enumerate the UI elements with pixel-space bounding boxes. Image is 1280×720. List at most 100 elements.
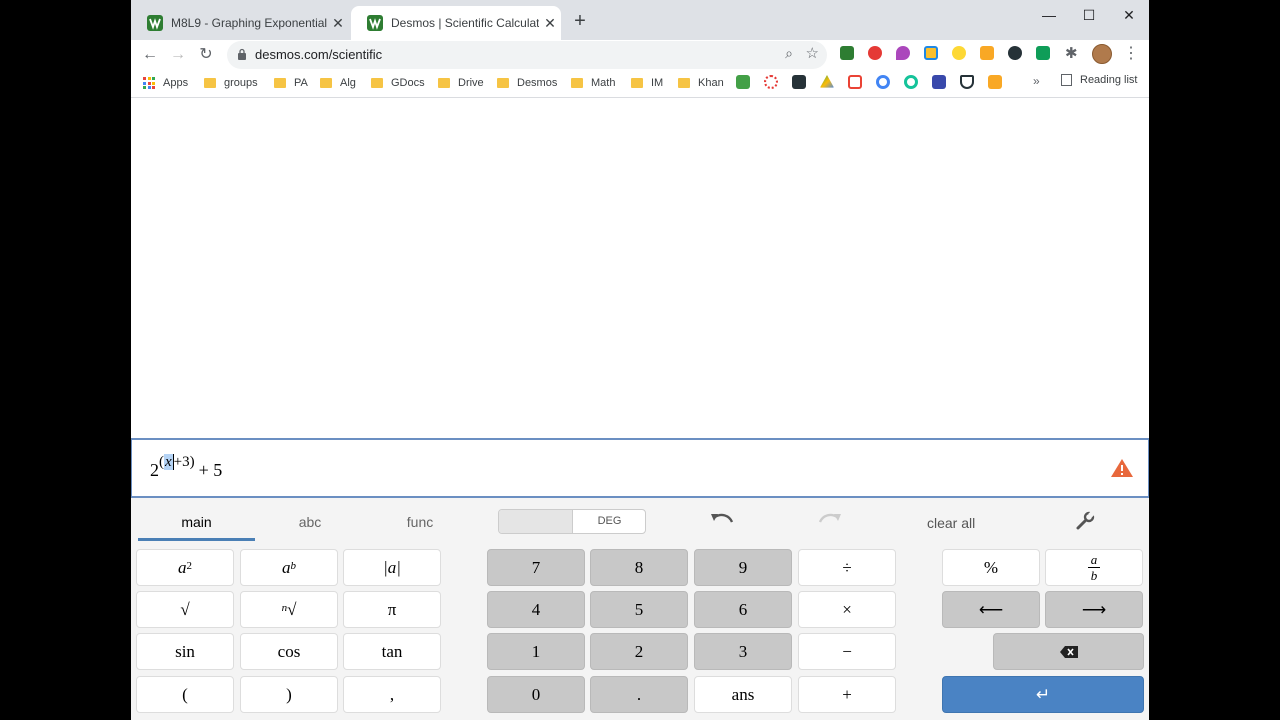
zoom-icon[interactable]: ⌕ xyxy=(785,45,793,62)
bookmark-folder[interactable]: Khan xyxy=(678,75,724,91)
digit-7-key[interactable]: 7 xyxy=(487,549,585,586)
bookmark-apps[interactable]: Apps xyxy=(143,75,188,91)
fraction-key[interactable]: ab xyxy=(1045,549,1143,586)
angle-mode-toggle[interactable]: DEG xyxy=(498,509,646,534)
percent-key[interactable]: % xyxy=(942,549,1040,586)
bookmark-folder[interactable]: groups xyxy=(204,75,258,91)
maximize-button[interactable]: ☐ xyxy=(1069,4,1109,26)
digit-4-key[interactable]: 4 xyxy=(487,591,585,628)
extension-icon[interactable] xyxy=(896,46,910,60)
keypad-tab-main[interactable]: main xyxy=(138,514,255,530)
comma-key[interactable]: , xyxy=(343,676,441,713)
address-bar[interactable]: desmos.com/scientific ⌕ ☆ xyxy=(227,41,827,69)
multiply-key[interactable]: × xyxy=(798,591,896,628)
power-key[interactable]: ab xyxy=(240,549,338,586)
minimize-button[interactable]: — xyxy=(1029,4,1069,26)
backspace-key[interactable] xyxy=(993,633,1144,670)
cos-key[interactable]: cos xyxy=(240,633,338,670)
close-tab-icon[interactable]: ✕ xyxy=(539,15,561,32)
extension-icon[interactable] xyxy=(980,46,994,60)
keypad-tab-abc[interactable]: abc xyxy=(255,514,365,530)
bookmark-folder[interactable]: Desmos xyxy=(497,75,557,91)
bookmarks-overflow-chevron-icon[interactable]: » xyxy=(1033,74,1040,88)
bookmark-icon[interactable] xyxy=(736,75,750,89)
digit-0-key[interactable]: 0 xyxy=(487,676,585,713)
profile-avatar[interactable] xyxy=(1092,44,1112,64)
bookmark-star-icon[interactable]: ☆ xyxy=(806,44,819,62)
tab-desmos-scientific[interactable]: Desmos | Scientific Calculator ✕ xyxy=(351,6,561,40)
sqrt-key[interactable]: √ xyxy=(136,591,234,628)
reload-icon[interactable]: ↻ xyxy=(194,44,218,66)
keypad-tab-func[interactable]: func xyxy=(365,514,475,530)
cursor-right-key[interactable]: ⟶ xyxy=(1045,591,1143,628)
extension-icon[interactable] xyxy=(1008,46,1022,60)
bookmark-icon[interactable] xyxy=(932,75,946,89)
close-tab-icon[interactable]: ✕ xyxy=(327,15,349,32)
digit-5-key[interactable]: 5 xyxy=(590,591,688,628)
gmail-icon[interactable] xyxy=(848,75,862,89)
folder-icon xyxy=(274,78,286,88)
left-paren-key[interactable]: ( xyxy=(136,676,234,713)
bookmark-folder[interactable]: PA xyxy=(274,75,308,91)
wrench-settings-icon[interactable] xyxy=(1075,511,1095,531)
folder-icon xyxy=(438,78,450,88)
sheets-extension-icon[interactable] xyxy=(1036,46,1050,60)
close-window-button[interactable]: ✕ xyxy=(1109,4,1149,26)
rad-option[interactable] xyxy=(499,510,573,533)
bookmark-folder[interactable]: Alg xyxy=(320,75,356,91)
reading-list-button[interactable]: Reading list xyxy=(1061,74,1137,86)
plus-key[interactable]: + xyxy=(798,676,896,713)
bookmark-folder[interactable]: Math xyxy=(571,75,615,91)
digit-3-key[interactable]: 3 xyxy=(694,633,792,670)
digit-6-key[interactable]: 6 xyxy=(694,591,792,628)
extensions-puzzle-icon[interactable]: ✱ xyxy=(1065,44,1078,62)
digit-1-key[interactable]: 1 xyxy=(487,633,585,670)
folder-icon xyxy=(204,78,216,88)
decimal-point-key[interactable]: . xyxy=(590,676,688,713)
digit-2-key[interactable]: 2 xyxy=(590,633,688,670)
square-key[interactable]: a2 xyxy=(136,549,234,586)
bookmark-icon[interactable] xyxy=(988,75,1002,89)
minus-key[interactable]: − xyxy=(798,633,896,670)
tab-m8l9[interactable]: M8L9 - Graphing Exponential Fu ✕ xyxy=(131,6,349,40)
divide-key[interactable]: ÷ xyxy=(798,549,896,586)
bookmark-icon[interactable] xyxy=(764,75,778,89)
extension-icon[interactable] xyxy=(952,46,966,60)
ans-key[interactable]: ans xyxy=(694,676,792,713)
deg-option[interactable]: DEG xyxy=(573,515,645,527)
clear-all-button[interactable]: clear all xyxy=(927,515,975,531)
bookmark-folder[interactable]: Drive xyxy=(438,75,484,91)
extension-icon[interactable] xyxy=(840,46,854,60)
undo-icon[interactable] xyxy=(709,511,735,531)
redo-icon[interactable] xyxy=(817,511,843,531)
warning-icon[interactable] xyxy=(1110,458,1134,478)
calculator-history-area xyxy=(131,98,1149,438)
folder-icon xyxy=(678,78,690,88)
expression-input[interactable]: 2(x +3) + 5 xyxy=(131,438,1149,498)
google-icon[interactable] xyxy=(876,75,890,89)
sin-key[interactable]: sin xyxy=(136,633,234,670)
bookmark-folder[interactable]: GDocs xyxy=(371,75,425,91)
back-arrow-icon[interactable]: ← xyxy=(138,44,162,66)
tan-key[interactable]: tan xyxy=(343,633,441,670)
digit-8-key[interactable]: 8 xyxy=(590,549,688,586)
forward-arrow-icon[interactable]: → xyxy=(166,44,190,66)
extension-icon[interactable] xyxy=(924,46,938,60)
right-paren-key[interactable]: ) xyxy=(240,676,338,713)
abs-key[interactable]: |a| xyxy=(343,549,441,586)
tab-strip: M8L9 - Graphing Exponential Fu ✕ Desmos … xyxy=(131,0,1149,40)
cursor-left-key[interactable]: ⟵ xyxy=(942,591,1040,628)
pi-key[interactable]: π xyxy=(343,591,441,628)
menu-kebab-icon[interactable]: ⋮ xyxy=(1123,43,1139,63)
digit-9-key[interactable]: 9 xyxy=(694,549,792,586)
grammarly-icon[interactable] xyxy=(904,75,918,89)
shield-icon[interactable] xyxy=(960,75,974,89)
new-tab-button[interactable]: + xyxy=(569,10,591,32)
bookmark-folder[interactable]: IM xyxy=(631,75,663,91)
lock-icon xyxy=(238,48,246,60)
extension-icon[interactable] xyxy=(868,46,882,60)
apps-grid-icon xyxy=(143,77,155,89)
bookmark-icon[interactable] xyxy=(792,75,806,89)
enter-key[interactable]: ↵ xyxy=(942,676,1144,713)
nth-root-key[interactable]: n √ xyxy=(240,591,338,628)
